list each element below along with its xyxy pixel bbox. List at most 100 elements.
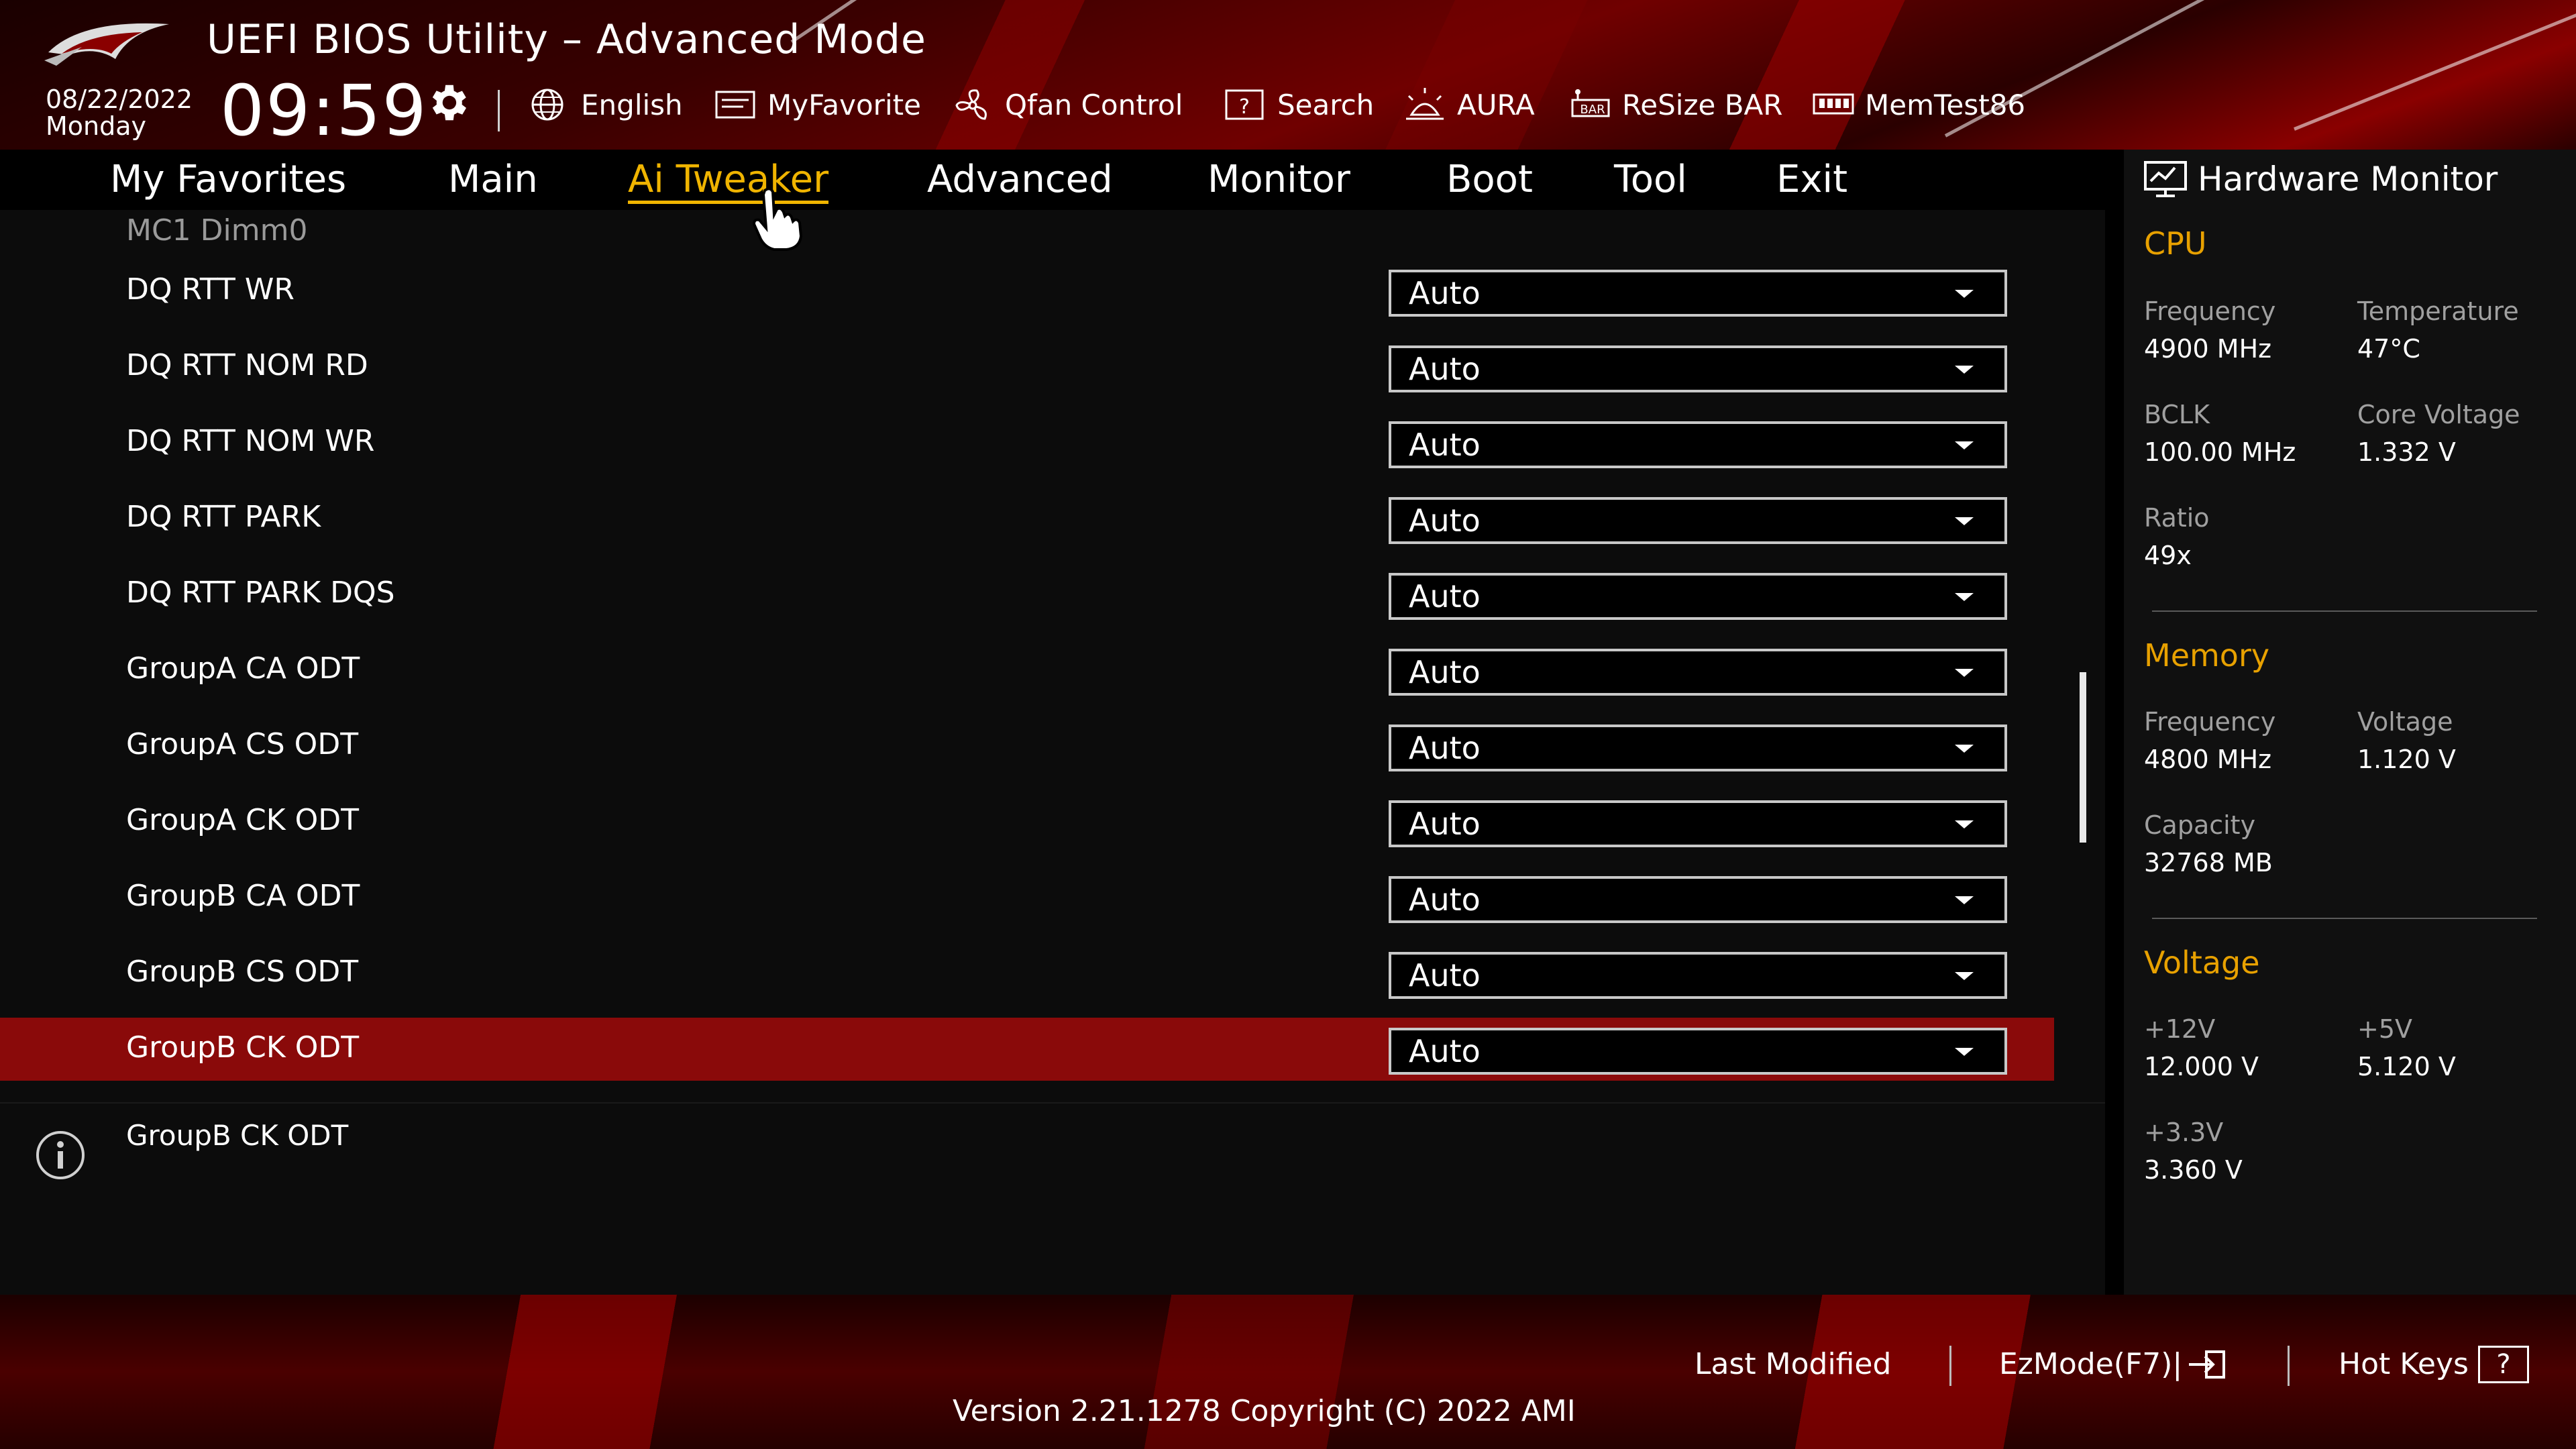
footer-divider <box>2288 1346 2290 1386</box>
help-question-icon: ? <box>2477 1346 2529 1383</box>
last-modified-button[interactable]: Last Modified <box>1695 1344 1891 1385</box>
search-button[interactable]: ? Search <box>1224 85 1374 125</box>
myfavorite-button[interactable]: MyFavorite <box>714 85 921 125</box>
memory-section-title: Memory <box>2144 637 2270 674</box>
setting-dropdown[interactable]: Auto <box>1389 270 2007 317</box>
ezmode-label: EzMode(F7)| <box>1999 1347 2183 1381</box>
language-button[interactable]: English <box>527 85 683 125</box>
memtest-icon <box>1813 93 1854 115</box>
cpu-temperature-label: Temperature <box>2357 297 2519 326</box>
current-date: 08/22/2022 <box>46 85 193 114</box>
dropdown-value: Auto <box>1409 351 1481 387</box>
hw-divider <box>2152 610 2537 612</box>
dropdown-value: Auto <box>1409 427 1481 463</box>
language-label: English <box>581 88 683 121</box>
favorite-icon <box>715 91 755 119</box>
resize-bar-icon: BAR <box>1571 89 1610 117</box>
hot-keys-button[interactable]: Hot Keys ? <box>2339 1344 2529 1385</box>
chevron-down-icon <box>1955 290 1974 298</box>
dropdown-value: Auto <box>1409 275 1481 311</box>
cpu-temperature-value: 47°C <box>2357 334 2420 364</box>
setting-label: GroupB CA ODT <box>126 879 360 913</box>
chevron-down-icon <box>1955 820 1974 828</box>
app-title: UEFI BIOS Utility – Advanced Mode <box>207 16 926 63</box>
qfan-control-label: Qfan Control <box>1005 88 1183 121</box>
header-divider <box>498 90 500 131</box>
setting-label: DQ RTT PARK <box>126 500 321 534</box>
version-info: Version 2.21.1278 Copyright (C) 2022 AMI <box>953 1394 1576 1428</box>
setting-dropdown[interactable]: Auto <box>1389 345 2007 392</box>
setting-dropdown[interactable]: Auto <box>1389 421 2007 468</box>
qfan-control-button[interactable]: Qfan Control <box>951 85 1183 125</box>
cpu-frequency-label: Frequency <box>2144 297 2276 326</box>
v33-value: 3.360 V <box>2144 1155 2243 1185</box>
tab-monitor[interactable]: Monitor <box>1208 153 1350 207</box>
setting-dropdown[interactable]: Auto <box>1389 800 2007 847</box>
dropdown-value: Auto <box>1409 730 1481 766</box>
hw-divider <box>2152 918 2537 919</box>
memory-capacity-value: 32768 MB <box>2144 848 2273 877</box>
current-day: Monday <box>46 111 147 141</box>
setting-dropdown[interactable]: Auto <box>1389 573 2007 620</box>
dropdown-value: Auto <box>1409 957 1481 994</box>
setting-label: GroupB CK ODT <box>126 1030 360 1065</box>
aura-button[interactable]: AURA <box>1403 85 1535 125</box>
svg-text:BAR: BAR <box>1580 103 1605 117</box>
setting-label: DQ RTT PARK DQS <box>126 576 395 610</box>
scrollbar-thumb[interactable] <box>2080 672 2086 843</box>
setting-dropdown[interactable]: Auto <box>1389 724 2007 771</box>
tab-my-favorites[interactable]: My Favorites <box>110 153 346 207</box>
cpu-ratio-label: Ratio <box>2144 503 2210 533</box>
voltage-section-title: Voltage <box>2144 945 2260 981</box>
search-label: Search <box>1277 88 1375 121</box>
help-text: GroupB CK ODT <box>126 1119 349 1152</box>
aura-label: AURA <box>1457 88 1535 121</box>
memtest86-label: MemTest86 <box>1865 88 2026 121</box>
setting-label: DQ RTT WR <box>126 272 294 307</box>
dropdown-value: Auto <box>1409 654 1481 690</box>
monitor-icon <box>2144 161 2187 197</box>
myfavorite-label: MyFavorite <box>767 88 921 121</box>
tab-main[interactable]: Main <box>448 153 538 207</box>
setting-label: GroupA CK ODT <box>126 803 359 837</box>
cpu-bclk-label: BCLK <box>2144 400 2210 429</box>
memory-voltage-label: Voltage <box>2357 707 2453 737</box>
ezmode-button[interactable]: EzMode(F7)| <box>1999 1344 2226 1385</box>
cpu-frequency-value: 4900 MHz <box>2144 334 2272 364</box>
hardware-monitor-header: Hardware Monitor <box>2143 156 2498 203</box>
tab-boot[interactable]: Boot <box>1446 153 1533 207</box>
rog-logo <box>44 23 169 66</box>
resize-bar-label: ReSize BAR <box>1622 88 1783 121</box>
tab-exit[interactable]: Exit <box>1776 153 1847 207</box>
fan-icon <box>955 89 987 120</box>
tab-tool[interactable]: Tool <box>1614 153 1687 207</box>
chevron-down-icon <box>1955 1048 1974 1056</box>
chevron-down-icon <box>1955 896 1974 904</box>
dropdown-value: Auto <box>1409 806 1481 842</box>
mouse-cursor-hand-icon <box>752 187 803 251</box>
memory-frequency-value: 4800 MHz <box>2144 745 2272 774</box>
setting-dropdown[interactable]: Auto <box>1389 649 2007 696</box>
section-label: MC1 Dimm0 <box>126 213 308 248</box>
tab-advanced[interactable]: Advanced <box>927 153 1113 207</box>
globe-icon <box>531 89 564 121</box>
memory-frequency-label: Frequency <box>2144 707 2276 737</box>
setting-dropdown[interactable]: Auto <box>1389 876 2007 923</box>
last-modified-label: Last Modified <box>1695 1347 1892 1381</box>
settings-gear-icon[interactable] <box>424 79 471 126</box>
exit-arrow-icon <box>2189 1350 2226 1379</box>
svg-text:?: ? <box>1239 95 1250 119</box>
chevron-down-icon <box>1955 517 1974 525</box>
setting-dropdown[interactable]: Auto <box>1389 952 2007 999</box>
setting-dropdown[interactable]: Auto <box>1389 1028 2007 1075</box>
setting-dropdown[interactable]: Auto <box>1389 497 2007 544</box>
chevron-down-icon <box>1955 441 1974 449</box>
chevron-down-icon <box>1955 593 1974 601</box>
clock: 09:59 <box>220 70 428 152</box>
resize-bar-button[interactable]: BAR ReSize BAR <box>1568 85 1782 125</box>
memtest86-button[interactable]: MemTest86 <box>1811 85 2025 125</box>
v5-label: +5V <box>2357 1014 2413 1044</box>
hot-keys-label: Hot Keys <box>2339 1347 2469 1381</box>
setting-label: GroupA CA ODT <box>126 651 360 686</box>
search-icon: ? <box>1225 89 1264 120</box>
